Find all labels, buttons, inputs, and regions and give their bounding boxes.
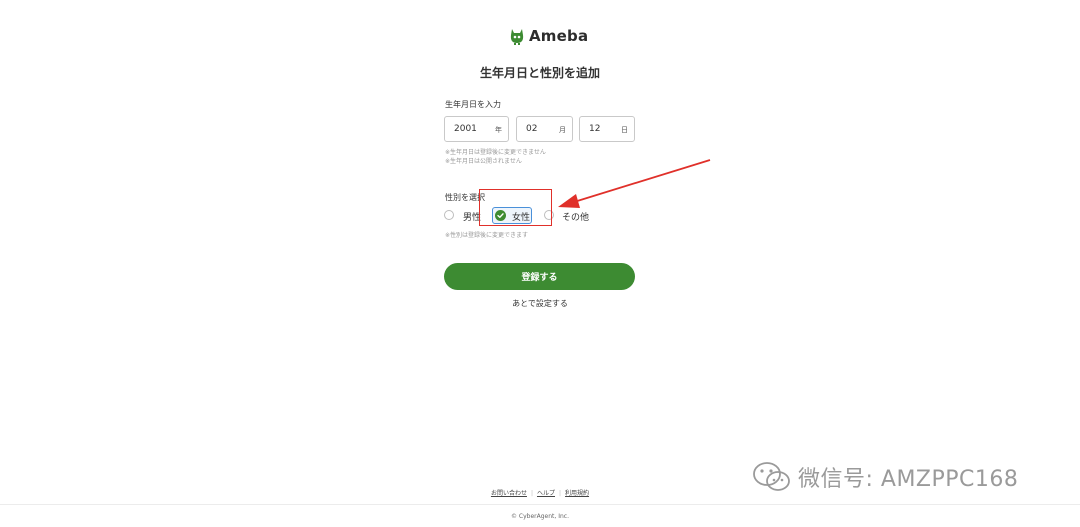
- birth-month-value: 02: [526, 124, 538, 134]
- wechat-icon: [753, 462, 790, 491]
- gender-note: ※性別は登録後に変更できます: [445, 232, 529, 239]
- copyright: © CyberAgent, Inc.: [511, 513, 569, 520]
- brand-name: Ameba: [529, 27, 589, 45]
- footer-divider: [0, 504, 1080, 505]
- annotation-arrow-icon: [558, 159, 711, 208]
- ameba-logo[interactable]: Ameba: [509, 24, 588, 48]
- radio-circle-icon: [444, 210, 454, 220]
- watermark: 微信号: AMZPPC168: [752, 461, 1018, 493]
- birth-day-value: 12: [589, 124, 601, 134]
- footer-link-terms[interactable]: 利用規約: [565, 490, 589, 497]
- birthdate-note-1: ※生年月日は登録後に変更できません: [445, 149, 546, 156]
- birth-year-unit: 年: [495, 126, 502, 134]
- footer-separator: |: [559, 490, 562, 497]
- birthdate-label: 生年月日を入力: [445, 100, 501, 109]
- footer-link-help[interactable]: ヘルプ: [537, 490, 555, 497]
- birth-day-unit: 日: [621, 126, 628, 134]
- page-title: 生年月日と性別を追加: [479, 66, 600, 80]
- watermark-text: 微信号: AMZPPC168: [798, 467, 1019, 492]
- set-later-link[interactable]: あとで設定する: [0, 298, 1080, 309]
- birthdate-note-2: ※生年月日は公開されません: [445, 158, 522, 165]
- submit-button[interactable]: 登録する: [444, 263, 635, 290]
- birth-month-input[interactable]: 02 月: [516, 116, 573, 142]
- birth-day-input[interactable]: 12 日: [579, 116, 635, 142]
- footer-link-contact[interactable]: お問い合わせ: [491, 490, 527, 497]
- footer-separator: |: [530, 490, 533, 497]
- birth-year-value: 2001: [454, 124, 477, 134]
- ameba-mascot-icon: [510, 29, 524, 45]
- birth-year-input[interactable]: 2001 年: [444, 116, 509, 142]
- birth-month-unit: 月: [559, 126, 566, 134]
